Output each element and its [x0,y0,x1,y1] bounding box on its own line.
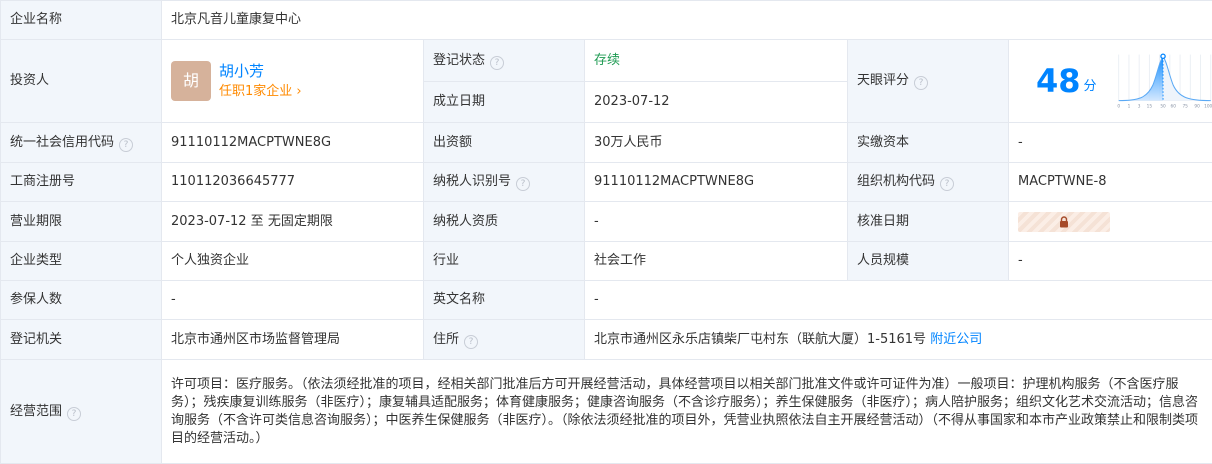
question-circle-icon[interactable]: ? [914,76,929,90]
paid-capital-value: - [1007,122,1212,163]
taxpayer-qual-label: 纳税人资质 [423,201,585,242]
taxpayer-id-value: 91110112MACPTWNE8G [584,162,848,202]
score-tick-0: 0 [1117,103,1120,109]
question-circle-icon[interactable]: ? [516,177,531,191]
biz-reg-no-value: 110112036645777 [161,162,424,202]
scope-value: 许可项目：医疗服务。（依法须经批准的项目，经相关部门批准后方可开展经营活动，具体… [160,359,1212,464]
address-value: 北京市通州区永乐店镇柴厂屯村东（联航大厦）1-5161号 [594,331,927,347]
company-name-value: 北京凡音儿童康复中心 [160,0,1212,40]
score-cell[interactable]: 48 分 0 1 3 15 50 60 75 90 100 [1007,39,1212,123]
question-circle-icon[interactable]: ? [940,177,955,191]
address-cell: 北京市通州区永乐店镇柴厂屯村东（联航大厦）1-5161号 附近公司 [583,319,1212,360]
score-distribution-chart: 0 1 3 15 50 60 75 90 100 [1117,53,1212,109]
investor-role-link[interactable]: 任职1家企业 › [219,82,302,102]
credit-code-value: 91110112MACPTWNE8G [161,122,424,163]
row-investor: 投资人 胡 胡小芳 任职1家企业 › 登记状态? 存续 天眼评分? 48 分 0… [0,39,1212,123]
investor-avatar[interactable]: 胡 [171,61,211,101]
score-label: 天眼评分 [857,73,910,88]
english-name-value: - [583,280,1212,320]
address-label-cell: 住所? [423,319,585,360]
org-code-label-cell: 组织机构代码? [847,162,1009,202]
investor-label: 投资人 [0,39,162,123]
investor-cell: 胡 胡小芳 任职1家企业 › [161,39,424,123]
question-circle-icon[interactable]: ? [67,406,82,421]
question-circle-icon[interactable]: ? [464,334,479,349]
address-label: 住所 [433,331,460,347]
question-circle-icon[interactable]: ? [119,137,134,152]
insured-label: 参保人数 [0,280,162,320]
staff-size-value: - [1007,241,1212,281]
approve-date-label: 核准日期 [847,201,1009,242]
score-tick-50: 50 [1160,103,1166,109]
score-unit: 分 [1083,79,1097,94]
question-circle-icon[interactable]: ? [490,55,505,70]
score-tick-100: 100 [1204,103,1212,109]
reg-status-label: 登记状态 [433,52,486,68]
row-biz-term: 营业期限 2023-07-12 至 无固定期限 纳税人资质 - 核准日期 [0,201,1212,242]
reg-status-value: 存续 [584,39,848,82]
score-axis-labels: 0 1 3 15 50 60 75 90 100 [1117,103,1212,109]
company-type-value: 个人独资企业 [161,241,424,281]
lock-icon [1060,215,1068,227]
company-info-table: 企业名称 北京凡音儿童康复中心 投资人 胡 胡小芳 任职1家企业 › 登记状态?… [0,0,1212,464]
biz-term-value: 2023-07-12 至 无固定期限 [161,201,424,242]
reg-authority-label: 登记机关 [0,319,162,360]
capital-value: 30万人民币 [584,122,848,163]
row-company-name: 企业名称 北京凡音儿童康复中心 [0,0,1212,40]
row-scope: 经营范围? 许可项目：医疗服务。（依法须经批准的项目，经相关部门批准后方可开展经… [0,359,1212,464]
row-company-type: 企业类型 个人独资企业 行业 社会工作 人员规模 - [0,241,1212,281]
score-tick-90: 90 [1194,103,1200,109]
biz-reg-no-label: 工商注册号 [0,162,162,202]
industry-value: 社会工作 [584,241,848,281]
investor-info: 胡小芳 任职1家企业 › [219,60,302,102]
found-date-value: 2023-07-12 [584,81,848,123]
english-name-label: 英文名称 [423,280,585,320]
credit-code-label: 统一社会信用代码 [10,134,115,150]
investor-card: 胡 胡小芳 任职1家企业 › [171,60,423,102]
score-number: 48 [1036,62,1081,100]
found-date-label: 成立日期 [423,81,585,123]
score-area-left [1118,57,1163,101]
row-insured: 参保人数 - 英文名称 - [0,280,1212,320]
biz-term-label: 营业期限 [0,201,162,242]
row-biz-reg: 工商注册号 110112036645777 纳税人识别号? 91110112MA… [0,162,1212,202]
taxpayer-qual-value: - [584,201,848,242]
row-credit-code: 统一社会信用代码? 91110112MACPTWNE8G 出资额 30万人民币 … [0,122,1212,163]
taxpayer-id-label: 纳税人识别号 [433,174,512,189]
company-type-label: 企业类型 [0,241,162,281]
approve-date-locked-value[interactable] [1018,211,1110,232]
reg-status-label-cell: 登记状态? [423,39,585,82]
insured-value: - [161,280,424,320]
score-marker-dot [1159,53,1166,60]
org-code-value: MACPTWNE-8 [1007,162,1212,202]
score-tick-15: 15 [1146,103,1152,109]
company-name-label: 企业名称 [0,0,162,40]
approve-date-cell [1007,201,1212,242]
reg-authority-value: 北京市通州区市场监督管理局 [161,319,424,360]
score-tick-60: 60 [1170,103,1176,109]
org-code-label: 组织机构代码 [857,174,936,189]
scope-label-cell: 经营范围? [0,359,162,464]
investor-role-text: 任职1家企业 [219,84,293,99]
industry-label: 行业 [423,241,585,281]
chevron-right-icon: › [296,84,302,99]
score-tick-1: 1 [1127,103,1130,109]
investor-name-link[interactable]: 胡小芳 [219,60,302,82]
score-tick-75: 75 [1182,103,1188,109]
capital-label: 出资额 [423,122,585,163]
nearby-companies-link[interactable]: 附近公司 [930,332,982,347]
credit-code-label-cell: 统一社会信用代码? [0,122,162,163]
score-label-cell: 天眼评分? [847,39,1009,123]
score-tick-3: 3 [1137,103,1140,109]
score-widget: 48 分 0 1 3 15 50 60 75 90 100 [1018,41,1212,121]
paid-capital-label: 实缴资本 [847,122,1009,163]
staff-size-label: 人员规模 [847,241,1009,281]
taxpayer-id-label-cell: 纳税人识别号? [423,162,585,202]
scope-label: 经营范围 [10,403,63,419]
row-reg-authority: 登记机关 北京市通州区市场监督管理局 住所? 北京市通州区永乐店镇柴厂屯村东（联… [0,319,1212,360]
